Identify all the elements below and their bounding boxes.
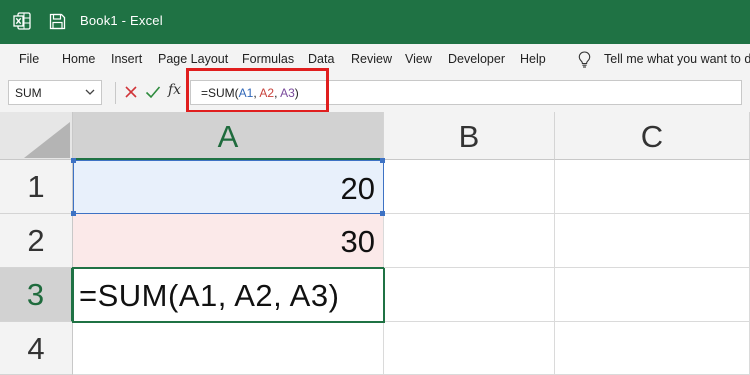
formula-bar: SUM fx =SUM(A1, A2, A3) bbox=[0, 74, 750, 112]
fx-icon[interactable]: fx bbox=[168, 82, 181, 98]
menu-developer[interactable]: Developer bbox=[448, 52, 505, 66]
row-header-2[interactable]: 2 bbox=[0, 214, 73, 268]
cell-a1[interactable]: 20 bbox=[73, 160, 384, 214]
menu-file[interactable]: File bbox=[19, 52, 39, 66]
column-header-b[interactable]: B bbox=[384, 112, 555, 160]
name-box-value: SUM bbox=[15, 86, 42, 100]
menu-home[interactable]: Home bbox=[62, 52, 95, 66]
range-handle[interactable] bbox=[380, 211, 385, 216]
cancel-x-icon[interactable] bbox=[124, 85, 138, 99]
range-handle[interactable] bbox=[380, 158, 385, 163]
menu-data[interactable]: Data bbox=[308, 52, 334, 66]
select-all-triangle-icon bbox=[24, 122, 70, 158]
cell-b2[interactable] bbox=[384, 214, 555, 268]
separator bbox=[115, 82, 116, 104]
range-handle[interactable] bbox=[71, 158, 76, 163]
excel-icon[interactable] bbox=[13, 12, 31, 30]
name-box[interactable]: SUM bbox=[8, 80, 102, 105]
chevron-down-icon[interactable] bbox=[85, 88, 95, 96]
lightbulb-icon bbox=[578, 51, 591, 68]
checkmark-icon[interactable] bbox=[145, 85, 161, 99]
cell-a2[interactable]: 30 bbox=[73, 214, 384, 268]
range-handle[interactable] bbox=[71, 211, 76, 216]
cell-c3[interactable] bbox=[555, 268, 750, 322]
cell-b1[interactable] bbox=[384, 160, 555, 214]
cell-b4[interactable] bbox=[384, 322, 555, 375]
menu-view[interactable]: View bbox=[405, 52, 432, 66]
cell-c2[interactable] bbox=[555, 214, 750, 268]
menu-page-layout[interactable]: Page Layout bbox=[158, 52, 228, 66]
menu-formulas[interactable]: Formulas bbox=[242, 52, 294, 66]
row-header-3[interactable]: 3 bbox=[0, 268, 73, 322]
menu-insert[interactable]: Insert bbox=[111, 52, 142, 66]
column-header-a[interactable]: A bbox=[73, 112, 384, 160]
column-header-c[interactable]: C bbox=[555, 112, 750, 160]
window-title: Book1 - Excel bbox=[80, 13, 163, 28]
cell-a3[interactable]: =SUM(A1, A2, A3) bbox=[72, 267, 385, 323]
tell-me-search[interactable]: Tell me what you want to d bbox=[604, 52, 750, 66]
spreadsheet-grid: A B C 1 2 3 4 20 30 =SUM(A1, A2, A3) bbox=[0, 112, 750, 375]
title-bar: Book1 - Excel bbox=[0, 0, 750, 44]
cell-c1[interactable] bbox=[555, 160, 750, 214]
select-all-corner[interactable] bbox=[0, 112, 73, 160]
cell-a4[interactable] bbox=[73, 323, 384, 375]
save-icon[interactable] bbox=[49, 13, 66, 30]
formula-highlight-box bbox=[186, 68, 329, 113]
menu-help[interactable]: Help bbox=[520, 52, 546, 66]
menu-review[interactable]: Review bbox=[351, 52, 392, 66]
cell-c4[interactable] bbox=[555, 322, 750, 375]
ribbon-menu: File Home Insert Page Layout Formulas Da… bbox=[0, 44, 750, 74]
row-header-1[interactable]: 1 bbox=[0, 160, 73, 214]
row-header-4[interactable]: 4 bbox=[0, 322, 73, 375]
cell-b3[interactable] bbox=[385, 268, 555, 322]
